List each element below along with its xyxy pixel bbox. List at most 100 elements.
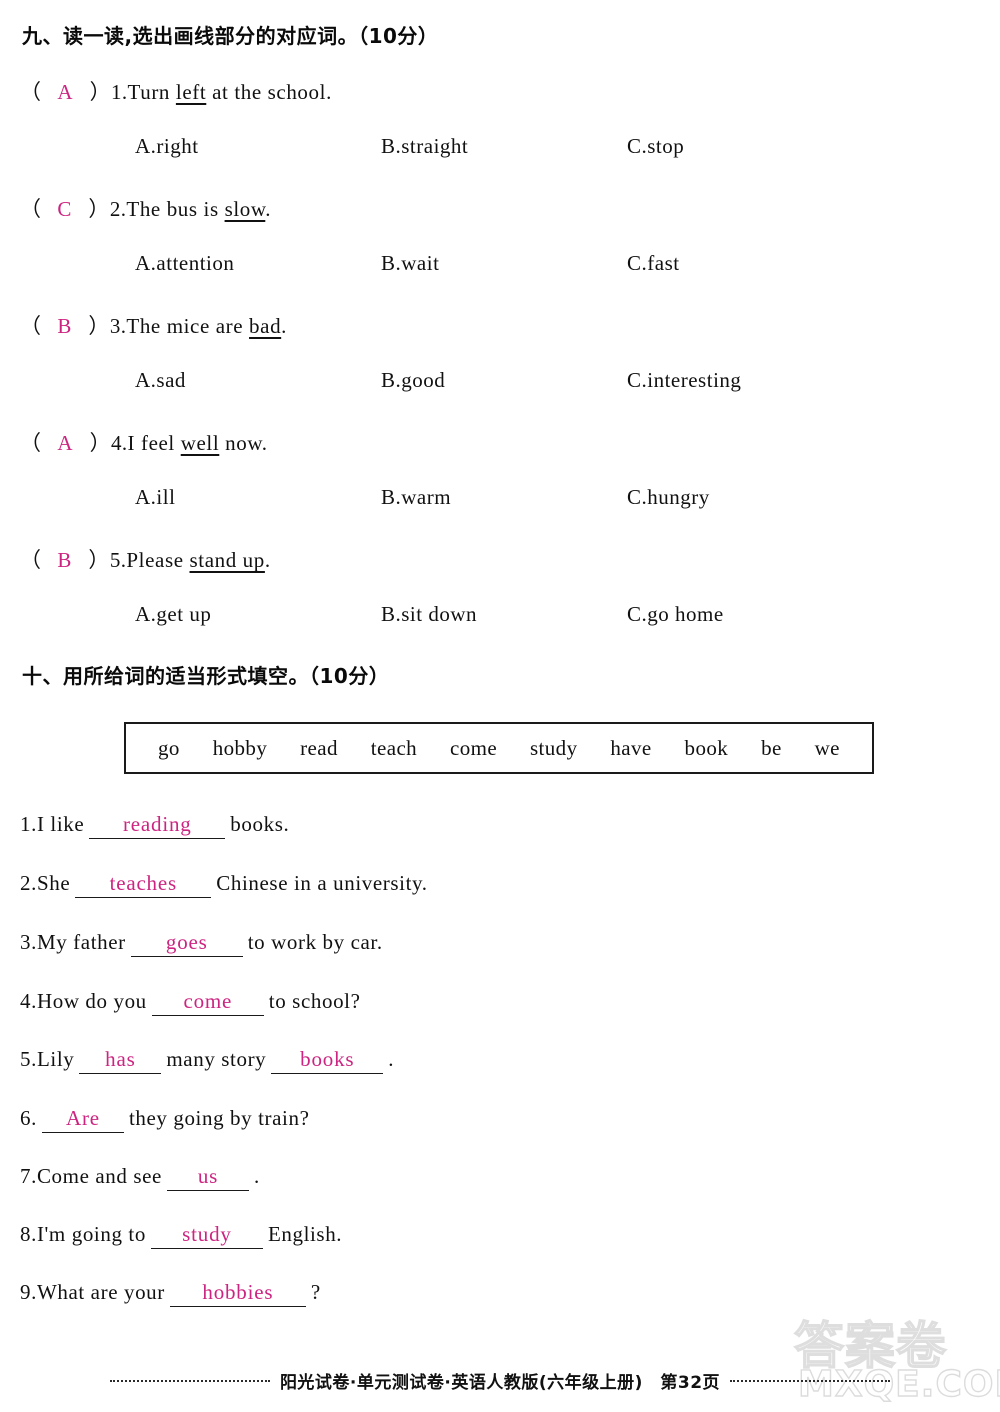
fill-blank-4-input[interactable]: come: [151, 989, 264, 1016]
fill-blank-5-text-middle: many story: [166, 1047, 267, 1071]
mc-question-4-text-before: I feel: [127, 431, 181, 455]
mc-question-2-text-after: .: [265, 197, 272, 221]
fill-blank-5-input-b[interactable]: books: [271, 1047, 384, 1074]
fill-blank-4-text-before: How do you: [36, 989, 147, 1013]
mc-question-5-underlined-word: stand up: [189, 548, 265, 572]
fill-blank-2-text-before: She: [36, 871, 71, 895]
fill-blank-6-input[interactable]: Are: [41, 1106, 124, 1133]
answer-bracket-open: （: [20, 314, 42, 338]
mc-question-1-stem: （A ）1.Turn left at the school.: [20, 76, 332, 106]
mc-answer-4[interactable]: A: [41, 431, 89, 455]
fill-blank-1-text-after: books.: [230, 812, 290, 836]
fill-blank-1-text-before: I like: [36, 812, 85, 836]
mc-question-4: （A ）4.I feel well now. A.ill B.warm C.hun…: [0, 427, 1000, 537]
worksheet-page: 九、读一读,选出画线部分的对应词。（10分） （A ）1.Turn left at…: [0, 0, 1000, 1412]
mc-option-1-c[interactable]: C.stop: [627, 134, 684, 159]
mc-question-3-text-before: The mice are: [126, 314, 250, 338]
section-9-heading: 九、读一读,选出画线部分的对应词。（10分）: [22, 24, 439, 48]
word-bank-item: go: [158, 735, 180, 760]
fill-blank-item-1: 1.I like reading books.: [20, 812, 289, 839]
mc-question-4-number: 4.: [110, 431, 128, 455]
mc-option-5-a[interactable]: A.get up: [135, 602, 211, 627]
fill-blank-5-input-a[interactable]: has: [79, 1047, 162, 1074]
mc-option-4-c[interactable]: C.hungry: [627, 485, 710, 510]
fill-blank-6-text-after: they going by train?: [128, 1106, 310, 1130]
mc-option-5-c[interactable]: C.go home: [627, 602, 724, 627]
fill-blank-2-input[interactable]: teaches: [75, 871, 212, 898]
fill-blank-9-input[interactable]: hobbies: [169, 1280, 306, 1307]
answer-bracket-open: （: [20, 197, 42, 221]
mc-answer-2[interactable]: C: [41, 197, 88, 221]
fill-blank-item-7: 7.Come and see us.: [20, 1164, 260, 1191]
mc-option-1-b[interactable]: B.straight: [381, 134, 468, 159]
mc-option-4-a[interactable]: A.ill: [135, 485, 175, 510]
mc-option-3-b[interactable]: B.good: [381, 368, 445, 393]
answer-bracket-close: ）: [89, 431, 111, 455]
footer-label: 阳光试卷·单元测试卷·英语人教版(六年级上册) 第32页: [279, 1373, 721, 1393]
mc-question-5-text-after: .: [264, 548, 271, 572]
section-10-heading: 十、用所给词的适当形式填空。（10分）: [22, 664, 390, 688]
fill-blank-9-text-after: ?: [310, 1280, 321, 1304]
answer-bracket-close: ）: [88, 314, 110, 338]
word-bank-item: study: [529, 735, 578, 760]
fill-blank-item-2: 2.She teaches Chinese in a university.: [20, 871, 428, 898]
fill-blank-9-number: 9.: [20, 1280, 37, 1304]
mc-option-4-b[interactable]: B.warm: [381, 485, 451, 510]
word-bank-item: be: [761, 735, 782, 760]
mc-option-5-b[interactable]: B.sit down: [381, 602, 477, 627]
word-bank-box: go hobby read teach come study have book…: [124, 722, 874, 774]
fill-blank-item-6: 6. Are they going by train?: [20, 1106, 310, 1133]
mc-question-4-underlined-word: well: [180, 431, 220, 455]
word-bank-item: teach: [370, 735, 418, 760]
fill-blank-8-input[interactable]: study: [150, 1222, 263, 1249]
fill-blank-1-input[interactable]: reading: [89, 812, 226, 839]
mc-option-2-b[interactable]: B.wait: [381, 251, 439, 276]
mc-question-3-number: 3.: [109, 314, 127, 338]
mc-question-4-text-after: now.: [219, 431, 268, 455]
fill-blank-8-text-after: English.: [267, 1222, 343, 1246]
mc-option-1-a[interactable]: A.right: [135, 134, 199, 159]
fill-blank-3-text-before: My father: [36, 930, 126, 954]
mc-option-2-c[interactable]: C.fast: [627, 251, 680, 276]
mc-question-2-text-before: The bus is: [126, 197, 225, 221]
page-footer: 阳光试卷·单元测试卷·英语人教版(六年级上册) 第32页: [0, 1368, 1000, 1393]
mc-answer-5[interactable]: B: [41, 548, 88, 572]
fill-blank-9-text-before: What are your: [36, 1280, 165, 1304]
fill-blank-2-number: 2.: [20, 871, 37, 895]
mc-question-5-stem: （B ）5.Please stand up.: [20, 544, 271, 574]
fill-blank-5-number: 5.: [20, 1047, 37, 1071]
mc-option-3-c[interactable]: C.interesting: [627, 368, 741, 393]
fill-blank-8-text-before: I'm going to: [36, 1222, 146, 1246]
mc-question-2-stem: （C ）2.The bus is slow.: [20, 193, 271, 223]
fill-blank-5-text-before: Lily: [36, 1047, 75, 1071]
fill-blank-3-input[interactable]: goes: [130, 930, 243, 957]
answer-bracket-close: ）: [89, 80, 111, 104]
mc-question-1-number: 1.: [110, 80, 128, 104]
fill-blank-item-8: 8.I'm going to study English.: [20, 1222, 342, 1249]
mc-question-2: （C ）2.The bus is slow. A.attention B.wait…: [0, 193, 1000, 303]
mc-question-4-stem: （A ）4.I feel well now.: [20, 427, 268, 457]
word-bank-item: come: [449, 735, 498, 760]
answer-bracket-close: ）: [88, 548, 110, 572]
mc-question-3-text-after: .: [281, 314, 288, 338]
fill-blank-4-number: 4.: [20, 989, 37, 1013]
mc-answer-3[interactable]: B: [41, 314, 88, 338]
mc-question-5-number: 5.: [109, 548, 127, 572]
mc-option-3-a[interactable]: A.sad: [135, 368, 186, 393]
mc-answer-1[interactable]: A: [41, 80, 89, 104]
fill-blank-1-number: 1.: [20, 812, 37, 836]
word-bank-item: book: [684, 735, 729, 760]
mc-option-2-a[interactable]: A.attention: [135, 251, 234, 276]
footer-rule-right: [730, 1379, 891, 1382]
word-bank-item: read: [300, 735, 338, 760]
mc-question-1: （A ）1.Turn left at the school. A.right B.…: [0, 76, 1000, 186]
answer-bracket-close: ）: [88, 197, 110, 221]
answer-bracket-open: （: [20, 431, 42, 455]
fill-blank-2-text-after: Chinese in a university.: [216, 871, 428, 895]
mc-question-5: （B ）5.Please stand up. A.get up B.sit dow…: [0, 544, 1000, 654]
mc-question-3: （B ）3.The mice are bad. A.sad B.good C.in…: [0, 310, 1000, 420]
mc-question-5-text-before: Please: [126, 548, 190, 572]
word-bank-item: hobby: [212, 735, 268, 760]
fill-blank-7-text-before: Come and see: [36, 1164, 162, 1188]
fill-blank-7-input[interactable]: us: [166, 1164, 249, 1191]
